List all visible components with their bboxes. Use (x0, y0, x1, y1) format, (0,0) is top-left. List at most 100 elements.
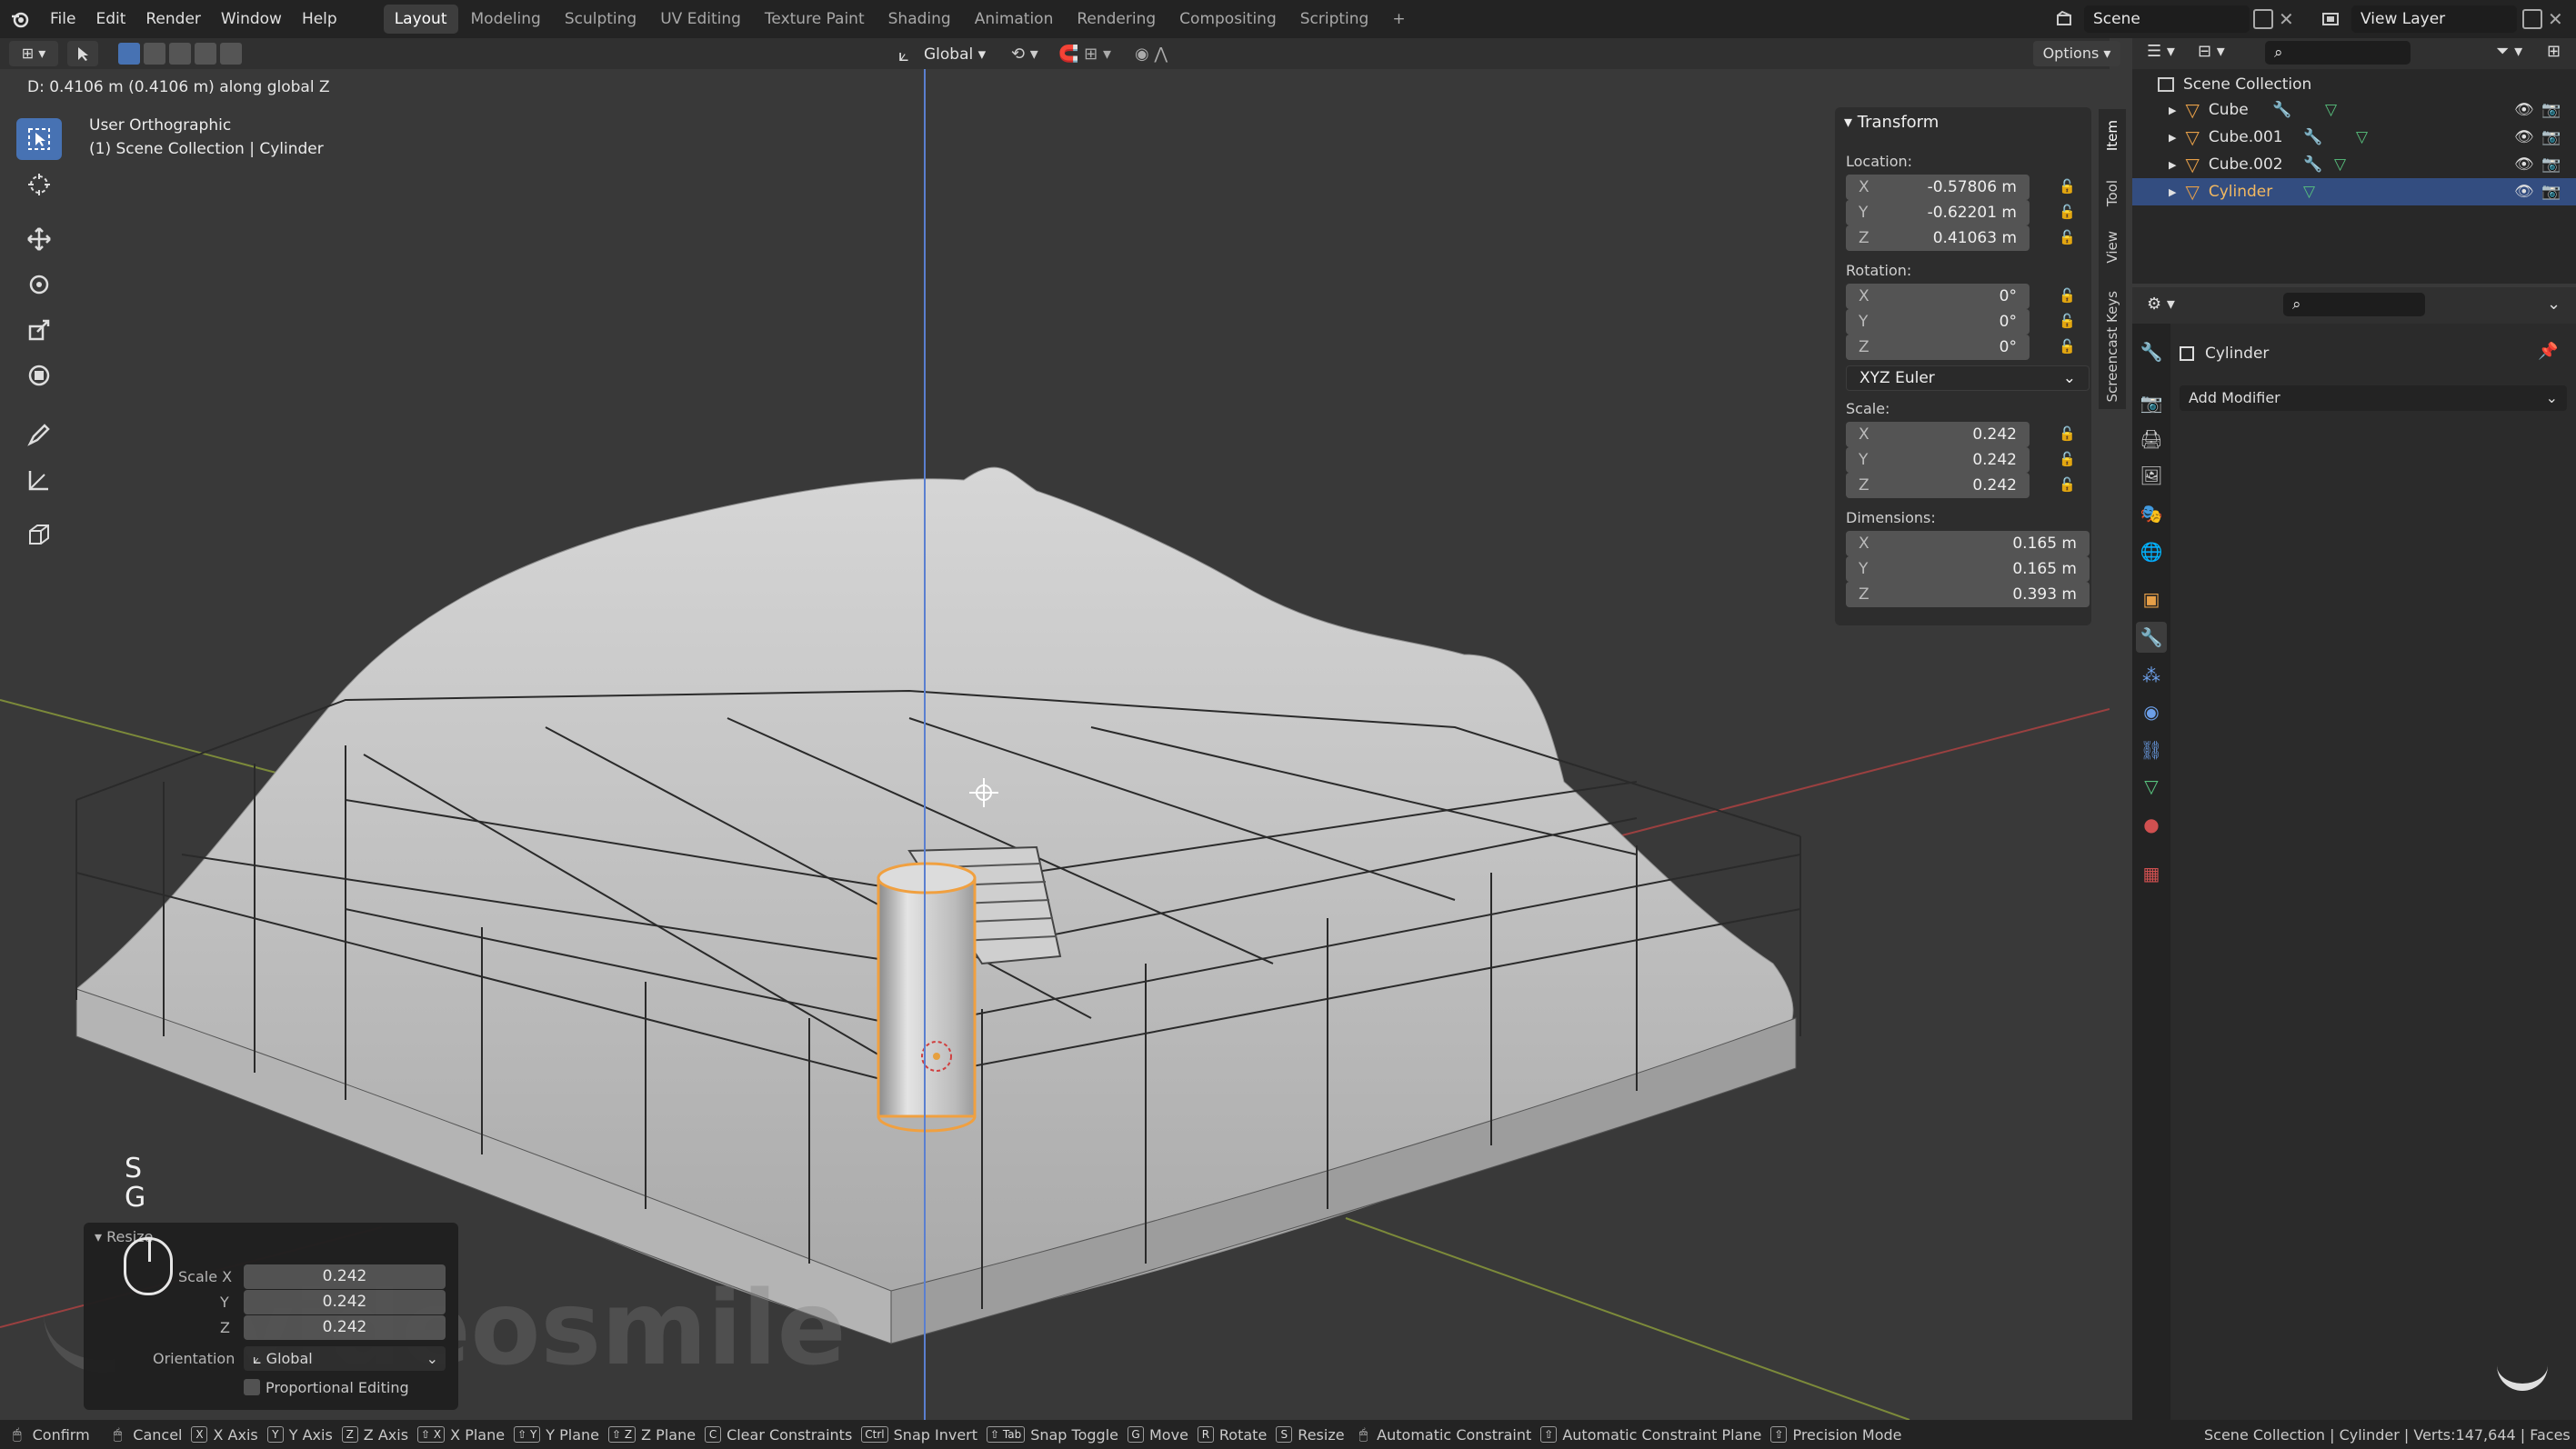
visibility-eye-icon[interactable]: 👁 (2514, 101, 2534, 119)
render-camera-icon[interactable]: 📷 (2541, 183, 2561, 201)
rotation-y-field[interactable]: Y 0° (1846, 309, 2030, 335)
visibility-eye-icon[interactable]: 👁 (2514, 155, 2534, 174)
location-z-field[interactable]: Z 0.41063 m (1846, 225, 2030, 251)
transform-panel-title[interactable]: ▾ Transform (1844, 113, 1939, 132)
outliner-editor-type-icon[interactable]: ☰ ▾ (2147, 42, 2175, 61)
view-layer-icon[interactable] (2315, 7, 2348, 31)
texture-props-tab-icon[interactable]: ▦ (2136, 858, 2167, 889)
scene-copy-icon[interactable] (2253, 9, 2273, 29)
tab-modeling[interactable]: Modeling (460, 5, 552, 34)
rotation-z-field[interactable]: Z 0° (1846, 335, 2030, 360)
properties-options-chevron-icon[interactable]: ⌄ (2547, 295, 2561, 314)
outliner-display-mode-icon[interactable]: ⊟ ▾ (2198, 42, 2225, 61)
tab-animation[interactable]: Animation (964, 5, 1065, 34)
outliner-search-input[interactable]: ⌕ (2265, 41, 2411, 65)
outliner-item-cube-002[interactable]: ▶ ▽ Cube.002 🔧 ▽ 👁 📷 (2132, 151, 2576, 178)
tab-item[interactable]: Item (2104, 120, 2120, 151)
output-props-tab-icon[interactable]: 🖨 (2136, 424, 2167, 455)
mesh-data-icon[interactable]: ▽ (2356, 128, 2368, 146)
visibility-eye-icon[interactable]: 👁 (2514, 128, 2534, 146)
menu-render[interactable]: Render (135, 0, 211, 38)
mesh-data-icon[interactable]: ▽ (2334, 155, 2346, 174)
modifier-wrench-icon[interactable]: 🔧 (2303, 155, 2322, 174)
mesh-data-icon[interactable]: ▽ (2303, 183, 2315, 201)
menu-window[interactable]: Window (211, 0, 292, 38)
outliner-item-cube[interactable]: ▶ ▽ Cube 🔧 ▽ 👁 📷 (2132, 96, 2576, 124)
tab-shading[interactable]: Shading (877, 5, 962, 34)
select-tool-icon[interactable] (67, 41, 98, 66)
tool-add-cube[interactable] (16, 514, 62, 555)
tab-view[interactable]: View (2104, 231, 2120, 264)
constraints-props-tab-icon[interactable]: ⛓ (2136, 734, 2167, 765)
outliner-item-cube-001[interactable]: ▶ ▽ Cube.001 🔧 ▽ 👁 📷 (2132, 124, 2576, 151)
tool-annotate[interactable] (16, 414, 62, 455)
redo-scale-y-field[interactable]: 0.242 (244, 1290, 446, 1314)
object-props-tab-icon[interactable]: ▣ (2136, 584, 2167, 615)
scene-close-icon[interactable]: ✕ (2279, 5, 2299, 33)
scale-y-field[interactable]: Y 0.242 (1846, 447, 2030, 473)
viewport-3d-scene[interactable] (0, 69, 2110, 1420)
tab-rendering[interactable]: Rendering (1066, 5, 1167, 34)
lock-icon[interactable]: 🔓 (2059, 338, 2076, 355)
pivot-point-icon[interactable]: ⟲ ▾ (1011, 42, 1047, 67)
visibility-eye-icon[interactable]: 👁 (2514, 183, 2534, 201)
scene-icon[interactable] (2048, 6, 2080, 32)
outliner-scene-collection[interactable]: Scene Collection (2158, 71, 2558, 98)
lock-icon[interactable]: 🔓 (2059, 229, 2076, 245)
modifier-props-tab-icon[interactable]: 🔧 (2136, 622, 2167, 653)
scene-name-field[interactable]: Scene (2084, 5, 2250, 33)
tab-tool[interactable]: Tool (2104, 180, 2120, 206)
transform-orientation-icon[interactable]: ⟀ (898, 42, 922, 67)
tab-layout[interactable]: Layout (383, 5, 458, 34)
outliner-item-cylinder[interactable]: ▶ ▽ Cylinder ▽ 👁 📷 (2132, 178, 2576, 205)
scene-props-tab-icon[interactable]: 🎭 (2136, 498, 2167, 529)
tool-move[interactable] (16, 218, 62, 260)
render-camera-icon[interactable]: 📷 (2541, 101, 2561, 119)
physics-props-tab-icon[interactable]: ◉ (2136, 696, 2167, 727)
render-props-tab-icon[interactable]: 📷 (2136, 387, 2167, 418)
view-layer-copy-icon[interactable] (2522, 9, 2542, 29)
properties-search-input[interactable]: ⌕ (2283, 293, 2425, 316)
lock-icon[interactable]: 🔓 (2059, 476, 2076, 493)
tab-scripting[interactable]: Scripting (1289, 5, 1380, 34)
tab-texture-paint[interactable]: Texture Paint (754, 5, 876, 34)
redo-orientation-dropdown[interactable]: ⟀ Global ⌄ (244, 1346, 446, 1371)
view-layer-close-icon[interactable]: ✕ (2548, 5, 2568, 33)
dimensions-x-field[interactable]: X 0.165 m (1846, 531, 2090, 556)
dimensions-y-field[interactable]: Y 0.165 m (1846, 556, 2090, 582)
data-props-tab-icon[interactable]: ▽ (2136, 771, 2167, 802)
proportional-editing-icon[interactable]: ◉ ⋀ (1135, 42, 1189, 67)
dimensions-z-field[interactable]: Z 0.393 m (1846, 582, 2090, 607)
location-y-field[interactable]: Y -0.62201 m (1846, 200, 2030, 225)
particles-props-tab-icon[interactable]: ⁂ (2136, 660, 2167, 691)
tab-uv-editing[interactable]: UV Editing (649, 5, 752, 34)
snap-icon[interactable]: 🧲 ⊞ ▾ (1058, 42, 1122, 67)
mesh-data-icon[interactable]: ▽ (2325, 101, 2337, 119)
modifier-wrench-icon[interactable]: 🔧 (2272, 101, 2291, 119)
lock-icon[interactable]: 🔓 (2059, 287, 2076, 304)
editor-type-button[interactable]: ⊞ ▾ (9, 41, 58, 66)
lock-icon[interactable]: 🔓 (2059, 204, 2076, 220)
rotation-x-field[interactable]: X 0° (1846, 284, 2030, 309)
menu-help[interactable]: Help (292, 0, 347, 38)
tab-compositing[interactable]: Compositing (1168, 5, 1288, 34)
scale-x-field[interactable]: X 0.242 (1846, 422, 2030, 447)
menu-edit[interactable]: Edit (85, 0, 135, 38)
rotation-mode-dropdown[interactable]: XYZ Euler ⌄ (1846, 365, 2090, 391)
pin-icon[interactable]: 📌 (2538, 342, 2558, 361)
render-camera-icon[interactable]: 📷 (2541, 155, 2561, 174)
tool-props-tab-icon[interactable]: 🔧 (2136, 336, 2167, 367)
tool-select-box[interactable] (16, 118, 62, 160)
location-x-field[interactable]: X -0.57806 m (1846, 175, 2030, 200)
material-props-tab-icon[interactable]: ● (2136, 809, 2167, 840)
menu-file[interactable]: File (40, 0, 85, 38)
blender-logo-icon[interactable] (0, 9, 40, 29)
scale-z-field[interactable]: Z 0.242 (1846, 473, 2030, 498)
lock-icon[interactable]: 🔓 (2059, 451, 2076, 467)
add-workspace-button[interactable]: + (1381, 5, 1416, 34)
redo-scale-x-field[interactable]: 0.242 (244, 1264, 446, 1289)
outliner-new-collection-icon[interactable]: ⊞ (2547, 42, 2561, 61)
tool-measure[interactable] (16, 459, 62, 501)
lock-icon[interactable]: 🔓 (2059, 313, 2076, 329)
tool-cursor[interactable] (16, 164, 62, 205)
